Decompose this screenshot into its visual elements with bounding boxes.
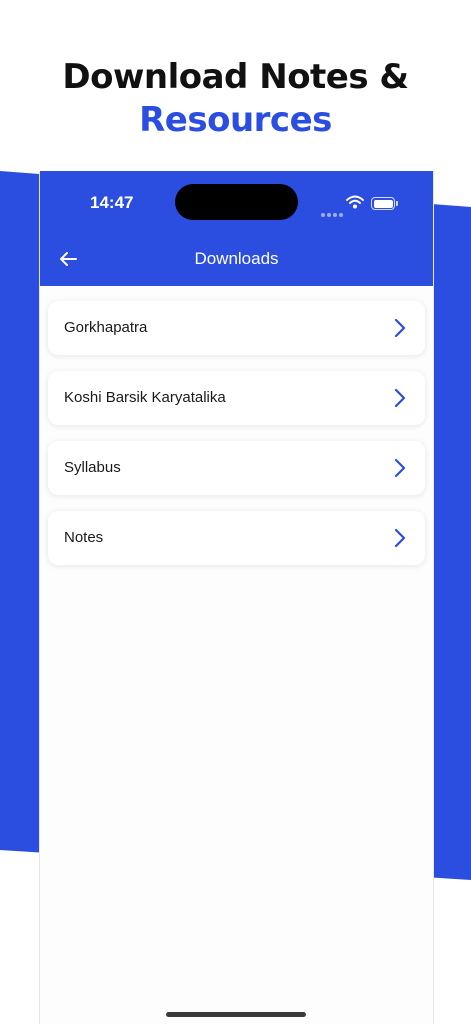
dynamic-island <box>175 184 298 220</box>
downloads-list: Gorkhapatra Koshi Barsik Karyatalika Syl… <box>48 301 425 581</box>
list-item-syllabus[interactable]: Syllabus <box>48 441 425 495</box>
list-item-label: Syllabus <box>64 459 121 476</box>
promo-headline: Download Notes & Resources <box>0 56 471 142</box>
list-item-label: Notes <box>64 529 104 546</box>
promo-headline-line1: Download Notes & <box>62 57 409 97</box>
status-time: 14:47 <box>90 193 134 212</box>
battery-icon <box>371 197 398 210</box>
signal-icon <box>321 204 345 222</box>
list-item-koshi-barsik-karyatalika[interactable]: Koshi Barsik Karyatalika <box>48 371 425 425</box>
chevron-right-icon <box>394 528 406 548</box>
page-title: Downloads <box>194 249 279 268</box>
home-indicator[interactable] <box>166 1012 306 1017</box>
app-bar: 14:47 Downloads <box>40 171 433 286</box>
promo-headline-line2: Resources <box>139 100 332 140</box>
list-item-label: Gorkhapatra <box>64 319 148 336</box>
wifi-icon <box>346 195 364 209</box>
list-item-notes[interactable]: Notes <box>48 511 425 565</box>
list-item-gorkhapatra[interactable]: Gorkhapatra <box>48 301 425 355</box>
chevron-right-icon <box>394 458 406 478</box>
chevron-right-icon <box>394 388 406 408</box>
chevron-right-icon <box>394 318 406 338</box>
phone-screen: 14:47 Downloads Gorkhapatra Koshi Barsik… <box>39 171 434 1024</box>
list-item-label: Koshi Barsik Karyatalika <box>64 389 226 406</box>
